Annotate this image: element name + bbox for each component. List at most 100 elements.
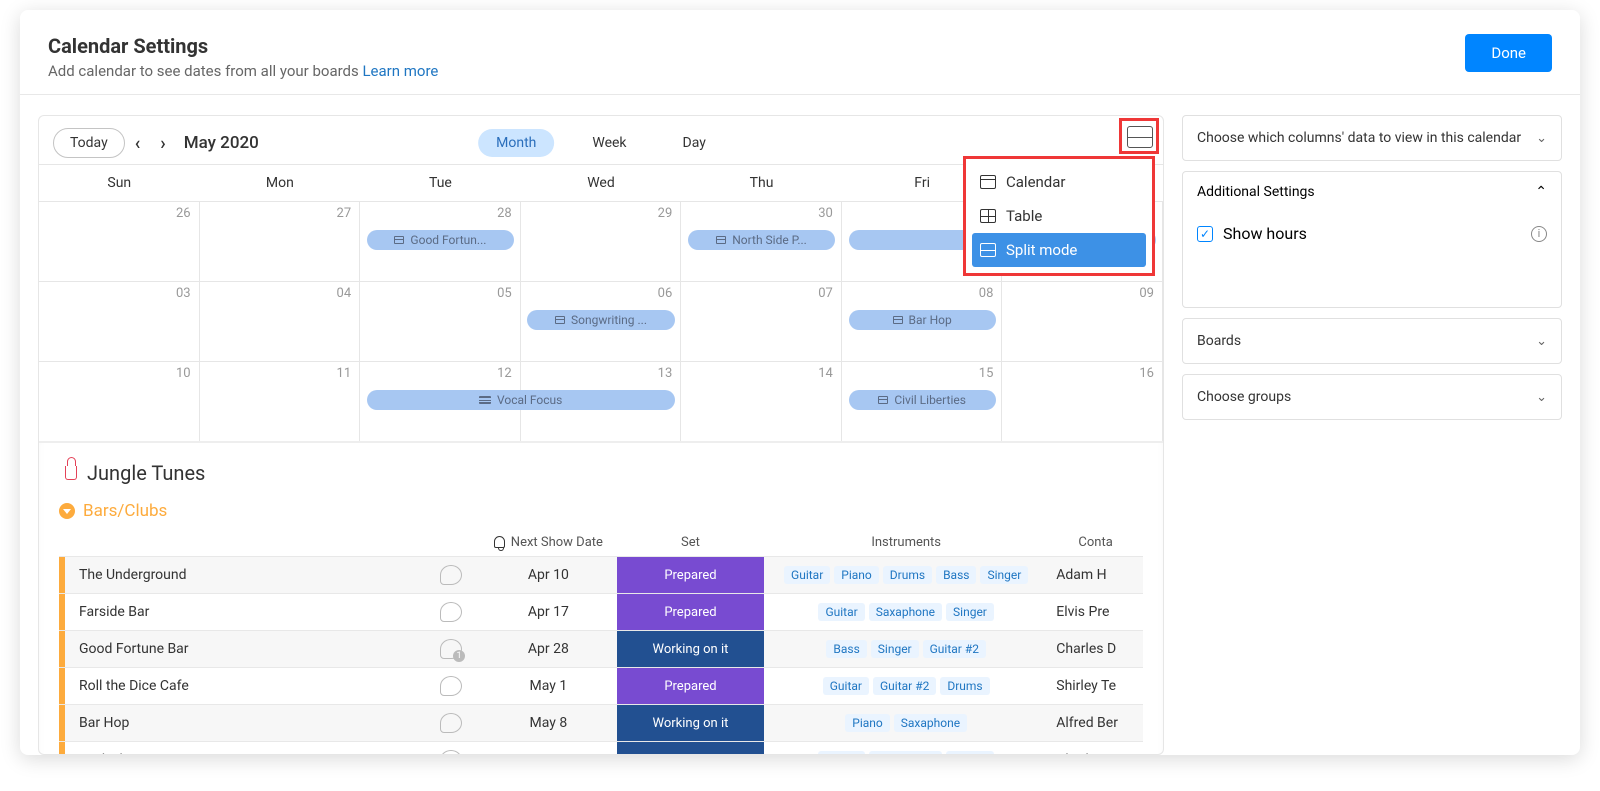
layout-toggle-button[interactable]	[1127, 126, 1153, 148]
status-cell[interactable]: Working on it	[617, 631, 764, 667]
chat-icon[interactable]	[440, 750, 462, 755]
day-cell[interactable]: 29	[521, 202, 682, 281]
tag[interactable]: Drums	[940, 677, 989, 695]
item-name: The Underground	[65, 567, 440, 583]
calendar-month-title: May 2020	[184, 133, 259, 153]
tag[interactable]: Singer	[946, 751, 994, 755]
table-row[interactable]: Roll the Dice CafeMay 1PreparedGuitarGui…	[59, 668, 1143, 705]
chat-icon[interactable]	[440, 676, 462, 696]
status-cell[interactable]: Working on it	[617, 705, 764, 741]
calendar-event[interactable]: Good Fortun...	[367, 230, 514, 250]
next-month-button[interactable]: ›	[150, 133, 175, 154]
info-icon[interactable]: i	[1531, 226, 1547, 242]
tag[interactable]: Drums	[883, 566, 932, 584]
boards-panel[interactable]: Boards ⌄	[1182, 318, 1562, 364]
prev-month-button[interactable]: ‹	[125, 133, 151, 154]
calendar-event[interactable]: Songwriting ...	[527, 310, 674, 330]
date-icon	[878, 396, 888, 404]
day-cell[interactable]: 03	[39, 282, 200, 361]
tag[interactable]: Bass	[936, 566, 976, 584]
tag[interactable]: Piano	[845, 714, 890, 732]
dow-cell: Sun	[39, 165, 200, 201]
date-cell: May 8	[480, 705, 617, 742]
table-row[interactable]: Civil LibertiesMay 15Working on itGuitar…	[59, 742, 1143, 756]
tags-cell: GuitarPianoDrumsBassSinger	[764, 557, 1048, 594]
view-week[interactable]: Week	[574, 129, 644, 157]
date-icon	[555, 316, 565, 324]
date-icon	[394, 236, 404, 244]
date-cell: Apr 10	[480, 557, 617, 594]
day-cell[interactable]: 09	[1002, 282, 1163, 361]
tag[interactable]: Saxaphone	[869, 603, 942, 621]
layout-option-calendar[interactable]: Calendar	[972, 165, 1146, 199]
tag[interactable]: Guitar #2	[873, 677, 936, 695]
table-row[interactable]: Bar HopMay 8Working on itPianoSaxaphoneA…	[59, 705, 1143, 742]
tag[interactable]: Bass	[826, 640, 866, 658]
day-cell[interactable]: 07	[681, 282, 842, 361]
tag[interactable]: Singer	[980, 566, 1028, 584]
dow-cell: Mon	[200, 165, 361, 201]
tag[interactable]: Saxaphone	[869, 751, 942, 755]
tag[interactable]: Guitar	[823, 677, 869, 695]
contact-cell: Shirley Te	[1048, 668, 1143, 705]
view-month[interactable]: Month	[478, 129, 554, 157]
chat-icon[interactable]	[440, 602, 462, 622]
tag[interactable]: Saxaphone	[894, 714, 967, 732]
layout-dropdown: Calendar Table Split mode	[963, 156, 1155, 276]
tags-cell: Guitar Saxaphone Singer	[764, 742, 1048, 756]
additional-settings-header[interactable]: Additional Settings ⌃	[1183, 172, 1561, 212]
learn-more-link[interactable]: Learn more	[362, 62, 438, 80]
show-hours-row[interactable]: ✓ Show hours i	[1183, 212, 1561, 247]
columns-panel[interactable]: Choose which columns' data to view in th…	[1182, 115, 1562, 161]
contact-cell: Charlie C	[1048, 742, 1143, 756]
group-header[interactable]: Bars/Clubs	[59, 501, 1143, 521]
groups-panel[interactable]: Choose groups ⌄	[1182, 374, 1562, 420]
calendar-icon	[980, 175, 996, 189]
tag[interactable]: Guitar	[818, 751, 864, 755]
today-button[interactable]: Today	[53, 128, 125, 158]
status-cell[interactable]: Prepared	[617, 594, 764, 630]
contact-cell: Adam H	[1048, 557, 1143, 594]
timeline-icon	[479, 396, 491, 404]
item-name: Bar Hop	[65, 715, 440, 731]
tag[interactable]: Guitar #2	[923, 640, 986, 658]
day-cell[interactable]: 05	[360, 282, 521, 361]
day-cell[interactable]: 27	[200, 202, 361, 281]
layout-option-table[interactable]: Table	[972, 199, 1146, 233]
chat-icon[interactable]	[440, 713, 462, 733]
split-table-panel: Jungle Tunes Bars/Clubs Next Show Date S…	[39, 441, 1163, 755]
calendar-event[interactable]: Civil Liberties	[849, 390, 996, 410]
done-button[interactable]: Done	[1465, 34, 1552, 72]
status-cell[interactable]: Working on it	[617, 742, 764, 755]
layout-option-split[interactable]: Split mode	[972, 233, 1146, 267]
view-switcher: Month Week Day	[478, 129, 724, 157]
tag[interactable]: Singer	[871, 640, 919, 658]
group-caret-icon	[59, 503, 75, 519]
table-row[interactable]: The UndergroundApr 10PreparedGuitarPiano…	[59, 557, 1143, 594]
table-row[interactable]: Farside BarApr 17PreparedGuitarSaxaphone…	[59, 594, 1143, 631]
day-cell[interactable]: 14	[681, 362, 842, 441]
date-cell: Apr 28	[480, 631, 617, 668]
calendar-event[interactable]: Bar Hop	[849, 310, 996, 330]
view-day[interactable]: Day	[665, 129, 724, 157]
dow-cell: Tue	[360, 165, 521, 201]
calendar-panel: Today ‹ › May 2020 Month Week Day Calend…	[38, 115, 1164, 755]
show-hours-checkbox[interactable]: ✓	[1197, 226, 1213, 242]
tag[interactable]: Piano	[834, 566, 879, 584]
day-cell[interactable]: 16	[1002, 362, 1163, 441]
day-cell[interactable]: 26	[39, 202, 200, 281]
tag[interactable]: Singer	[946, 603, 994, 621]
calendar-event[interactable]: North Side P...	[688, 230, 835, 250]
tag[interactable]: Guitar	[818, 603, 864, 621]
calendar-event[interactable]: Vocal Focus	[367, 390, 675, 410]
table-row[interactable]: Good Fortune Bar1Apr 28Working on itBass…	[59, 631, 1143, 668]
day-cell[interactable]: 10	[39, 362, 200, 441]
bell-icon	[494, 536, 505, 548]
chat-icon[interactable]	[440, 565, 462, 585]
day-cell[interactable]: 11	[200, 362, 361, 441]
tag[interactable]: Guitar	[784, 566, 830, 584]
chat-icon[interactable]: 1	[440, 639, 462, 659]
status-cell[interactable]: Prepared	[617, 557, 764, 593]
status-cell[interactable]: Prepared	[617, 668, 764, 704]
day-cell[interactable]: 04	[200, 282, 361, 361]
